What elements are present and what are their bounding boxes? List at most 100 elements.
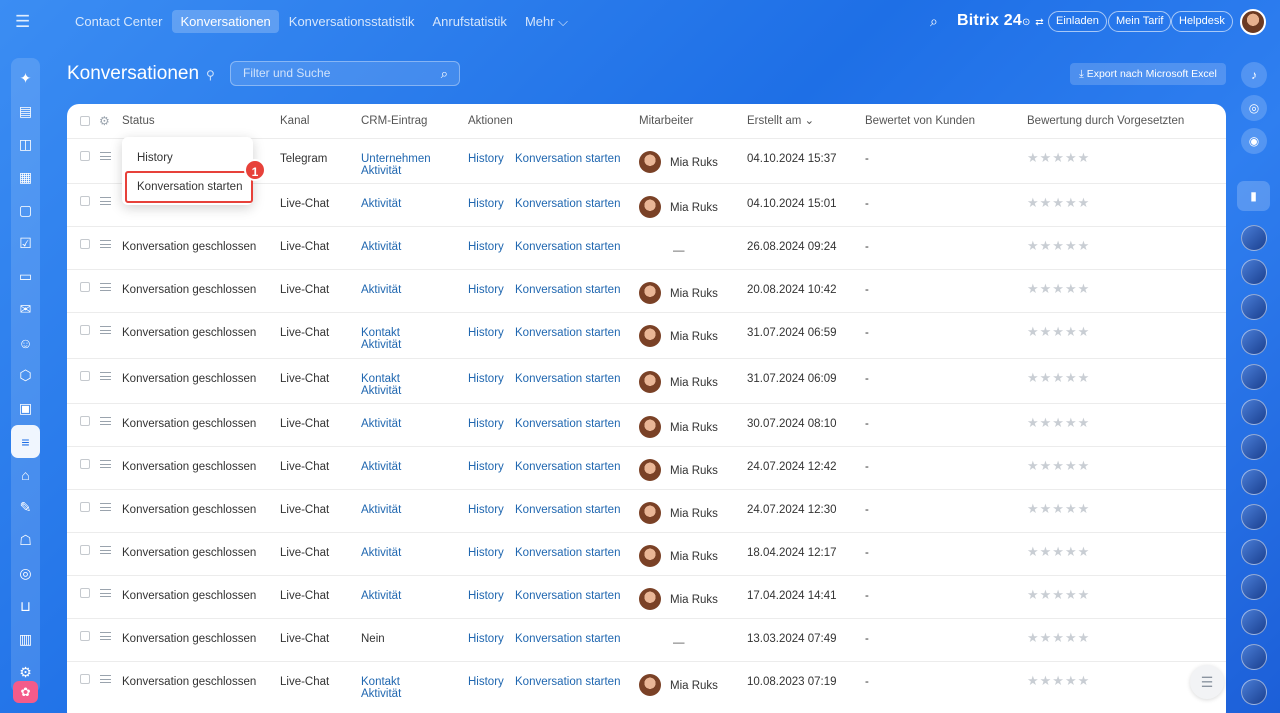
chat-avatar[interactable]	[1241, 609, 1267, 635]
row-checkbox[interactable]	[80, 371, 90, 381]
supervisor-rating-stars[interactable]: ★★★★★	[1027, 545, 1090, 558]
history-link[interactable]: History	[468, 676, 504, 688]
crm-entry[interactable]: Aktivität	[361, 688, 401, 700]
start-conversation-link[interactable]: Konversation starten	[515, 547, 620, 559]
marketing-icon[interactable]: ◎	[11, 557, 40, 590]
chat-avatar[interactable]	[1241, 364, 1267, 390]
table-row[interactable]: Konversation geschlossen Live-Chat Aktivit…	[67, 575, 1226, 618]
header-kanal[interactable]: Kanal	[280, 115, 309, 127]
employee-avatar[interactable]	[639, 282, 661, 304]
employee-avatar[interactable]	[639, 196, 661, 218]
employee-name[interactable]: Mia Ruks	[670, 157, 718, 169]
crm-entry[interactable]: Kontakt	[361, 373, 400, 385]
crm-entry[interactable]: Aktivität	[361, 590, 401, 602]
automation-icon[interactable]: ⬡	[11, 359, 40, 392]
row-menu-icon[interactable]	[100, 372, 111, 380]
chat-avatar[interactable]	[1241, 679, 1267, 705]
crm-entry[interactable]: Kontakt	[361, 676, 400, 688]
employee-avatar[interactable]	[639, 545, 661, 567]
employee-name[interactable]: Mia Ruks	[670, 508, 718, 520]
table-row[interactable]: Konversation geschlossen Live-Chat Aktivit…	[67, 489, 1226, 532]
header-bewertet[interactable]: Bewertet von Kunden	[865, 115, 975, 127]
search-icon[interactable]: ⌕	[441, 62, 448, 85]
supervisor-rating-stars[interactable]: ★★★★★	[1027, 151, 1090, 164]
chat-avatar[interactable]	[1241, 434, 1267, 460]
table-row[interactable]: Konversation geschlossen Live-Chat Nein His…	[67, 618, 1226, 661]
history-link[interactable]: History	[468, 198, 504, 210]
chat-icon[interactable]: ◫	[11, 128, 40, 161]
contact-center-icon[interactable]: ≡	[11, 425, 40, 458]
start-conversation-link[interactable]: Konversation starten	[515, 676, 620, 688]
history-link[interactable]: History	[468, 633, 504, 645]
supervisor-rating-stars[interactable]: ★★★★★	[1027, 371, 1090, 384]
employee-name[interactable]: Mia Ruks	[670, 594, 718, 606]
start-conversation-link[interactable]: Konversation starten	[515, 504, 620, 516]
row-checkbox[interactable]	[80, 502, 90, 512]
crm-entry[interactable]: Aktivität	[361, 198, 401, 210]
header-mitarbeiter[interactable]: Mitarbeiter	[639, 115, 693, 127]
crm-entry[interactable]: Aktivität	[361, 339, 401, 351]
employee-name[interactable]: Mia Ruks	[670, 551, 718, 563]
bell-icon[interactable]: ♪	[1241, 62, 1267, 88]
row-checkbox[interactable]	[80, 239, 90, 249]
supervisor-rating-stars[interactable]: ★★★★★	[1027, 416, 1090, 429]
row-checkbox[interactable]	[80, 282, 90, 292]
employee-avatar[interactable]	[639, 502, 661, 524]
crm-entry[interactable]: Aktivität	[361, 418, 401, 430]
history-link[interactable]: History	[468, 547, 504, 559]
employee-avatar[interactable]	[639, 674, 661, 696]
crm-entry[interactable]: Aktivität	[361, 547, 401, 559]
helpdesk-button[interactable]: Helpdesk	[1171, 11, 1233, 32]
nav-anrufstatistik[interactable]: Anrufstatistik	[425, 10, 515, 33]
history-link[interactable]: History	[468, 241, 504, 253]
row-checkbox[interactable]	[80, 196, 90, 206]
history-link[interactable]: History	[468, 153, 504, 165]
row-menu-icon[interactable]	[100, 675, 111, 683]
supervisor-rating-stars[interactable]: ★★★★★	[1027, 631, 1090, 644]
history-link[interactable]: History	[468, 590, 504, 602]
chat-avatar[interactable]	[1241, 294, 1267, 320]
employee-name[interactable]: Mia Ruks	[670, 680, 718, 692]
start-conversation-link[interactable]: Konversation starten	[515, 153, 620, 165]
employee-name[interactable]: Mia Ruks	[670, 202, 718, 214]
row-checkbox[interactable]	[80, 151, 90, 161]
history-link[interactable]: History	[468, 418, 504, 430]
documents-icon[interactable]: ▢	[11, 194, 40, 227]
pin-icon[interactable]: ⚲	[206, 68, 215, 82]
table-row[interactable]: Konversation geschlossen Live-Chat Aktivit…	[67, 403, 1226, 446]
crm-entry[interactable]: Aktivität	[361, 461, 401, 473]
crm-entry[interactable]: Kontakt	[361, 327, 400, 339]
row-menu-icon[interactable]	[100, 326, 111, 334]
chat-avatar[interactable]	[1241, 225, 1267, 251]
chat-avatar[interactable]	[1241, 329, 1267, 355]
row-menu-icon[interactable]	[100, 546, 111, 554]
tasks-puzzle-icon[interactable]: ✦	[11, 62, 40, 95]
supervisor-rating-stars[interactable]: ★★★★★	[1027, 239, 1090, 252]
search-input[interactable]: Filter und Suche ⌕	[230, 61, 460, 86]
analytics-icon[interactable]: ▥	[11, 623, 40, 656]
my-tariff-button[interactable]: Mein Tarif	[1108, 11, 1172, 32]
chat-avatar[interactable]	[1241, 504, 1267, 530]
header-erstellt[interactable]: Erstellt am ⌄	[747, 115, 814, 127]
bookmark-icon[interactable]: ▮	[1237, 181, 1270, 211]
chat-avatar[interactable]	[1241, 644, 1267, 670]
employee-avatar[interactable]	[639, 416, 661, 438]
row-checkbox[interactable]	[80, 674, 90, 684]
chat-avatar[interactable]	[1241, 539, 1267, 565]
shop-icon[interactable]: ⌂	[11, 458, 40, 491]
table-row[interactable]: Konversation geschlossen Live-Chat Kontakt…	[67, 312, 1226, 358]
start-conversation-link[interactable]: Konversation starten	[515, 373, 620, 385]
history-link[interactable]: History	[468, 327, 504, 339]
nav-konversationsstatistik[interactable]: Konversationsstatistik	[281, 10, 423, 33]
invite-button[interactable]: Einladen	[1048, 11, 1107, 32]
export-excel-button[interactable]: ⤓ Export nach Microsoft Excel	[1070, 63, 1226, 85]
employee-avatar[interactable]	[639, 588, 661, 610]
nav-more[interactable]: Mehr ⌵	[517, 10, 576, 34]
chat-bubble-icon[interactable]: ◉	[1241, 128, 1267, 154]
crm-icon[interactable]: ▭	[11, 260, 40, 293]
history-link[interactable]: History	[468, 284, 504, 296]
supervisor-rating-stars[interactable]: ★★★★★	[1027, 282, 1090, 295]
table-row[interactable]: Konversation geschlossen Live-Chat Aktivit…	[67, 532, 1226, 575]
table-row[interactable]: Konversation geschlossen Live-Chat Aktivit…	[67, 446, 1226, 489]
supervisor-rating-stars[interactable]: ★★★★★	[1027, 325, 1090, 338]
